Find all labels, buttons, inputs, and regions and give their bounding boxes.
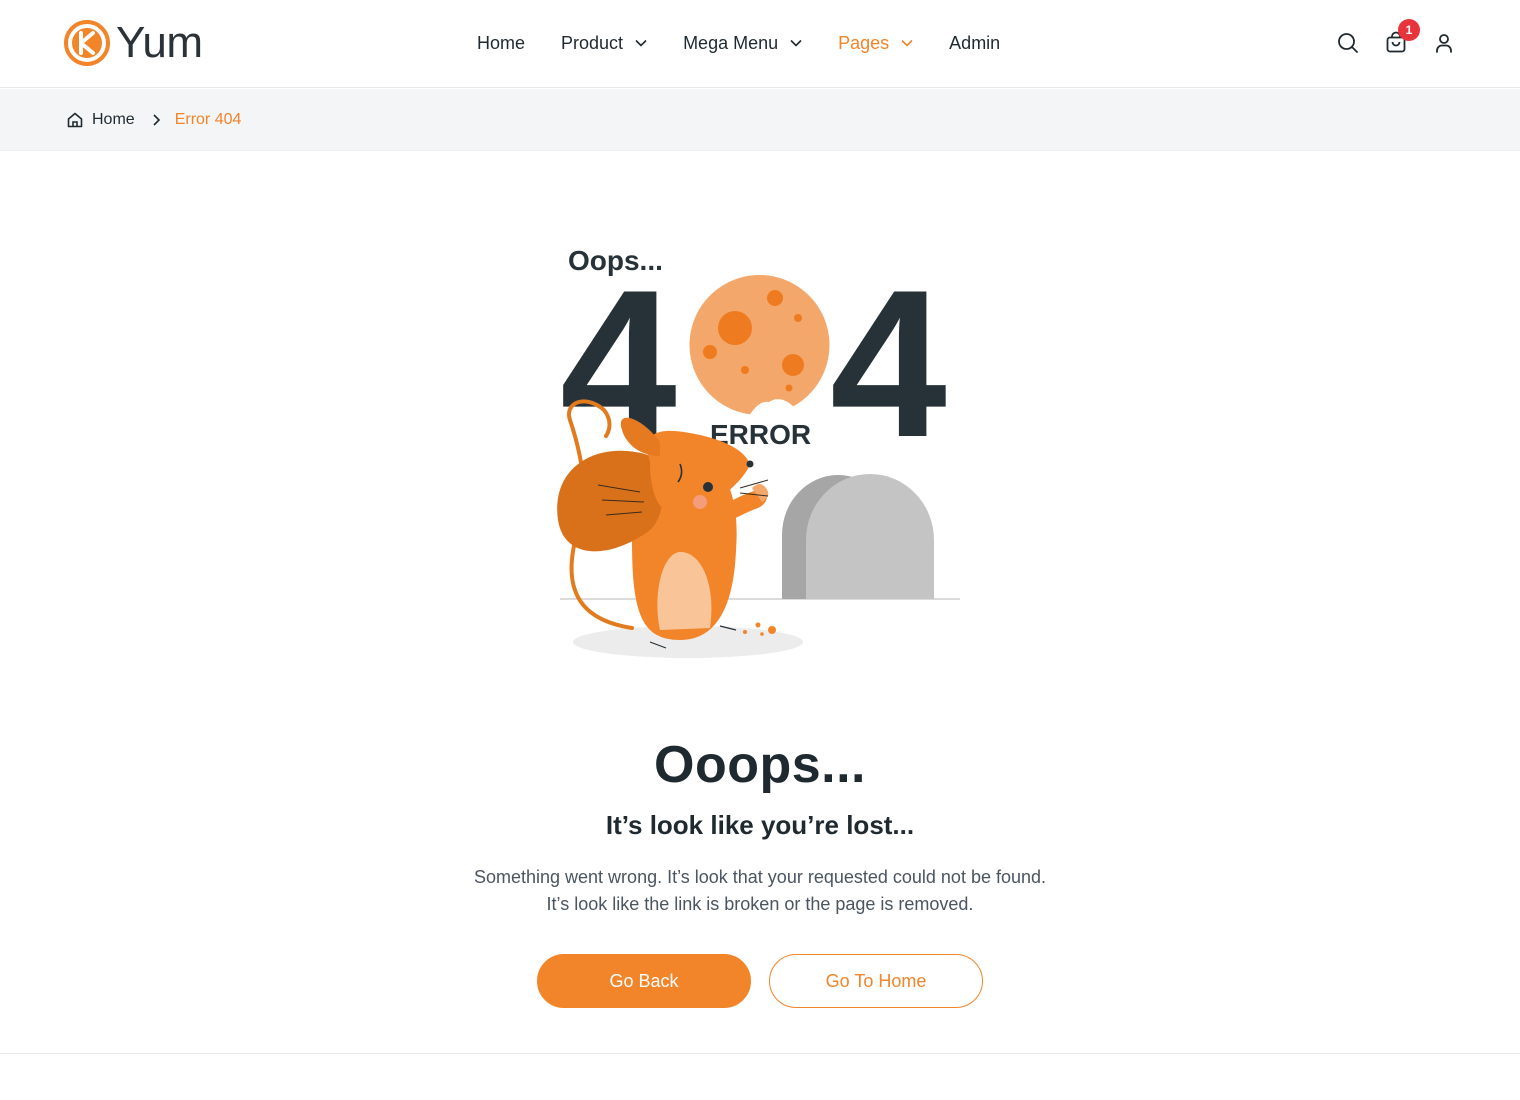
search-button[interactable] <box>1336 31 1360 55</box>
footer-divider <box>0 1053 1520 1054</box>
search-icon <box>1338 33 1358 53</box>
cart-button[interactable]: 1 <box>1384 19 1420 55</box>
home-icon <box>67 112 83 127</box>
cart-count-badge: 1 <box>1398 19 1420 41</box>
brand-logo[interactable]: Yum <box>64 18 203 68</box>
user-icon <box>1436 34 1452 53</box>
site-header: Yum Home Product Mega Menu Pages Admin 1 <box>0 0 1520 88</box>
nav-item-label: Mega Menu <box>683 32 779 53</box>
go-to-home-button[interactable]: Go To Home <box>769 954 983 1008</box>
nav-item-label: Pages <box>838 32 890 53</box>
brand-name: Yum <box>116 18 203 67</box>
mouse-hole <box>782 474 934 599</box>
nav-item-label: Product <box>561 32 624 53</box>
error-404-illustration: 4 4 Oops... ERROR <box>557 245 960 658</box>
chevron-down-icon <box>790 39 802 47</box>
nav-item-admin[interactable]: Admin <box>949 33 1000 54</box>
description-line-1: Something went wrong. It’s look that you… <box>473 867 1047 887</box>
oops-label: Oops... <box>568 245 663 276</box>
code-right-digit: 4 <box>830 246 947 481</box>
breadcrumb-current: Error 404 <box>174 110 242 128</box>
page-subtitle: It’s look like you’re lost... <box>605 810 915 840</box>
error-description: Something went wrong. It’s look that you… <box>0 864 1520 918</box>
nav-item-pages[interactable]: Pages <box>838 33 913 54</box>
account-button[interactable] <box>1432 31 1456 55</box>
nav-item-mega-menu[interactable]: Mega Menu <box>683 33 802 54</box>
nav-item-product[interactable]: Product <box>561 33 647 54</box>
cheese-icon <box>689 275 830 417</box>
breadcrumb-home-label: Home <box>92 110 135 128</box>
header-actions: 1 <box>1312 19 1456 58</box>
main-nav: Home Product Mega Menu Pages Admin <box>477 28 1036 58</box>
go-back-button[interactable]: Go Back <box>537 954 751 1008</box>
chevron-down-icon <box>901 39 913 47</box>
description-line-2: It’s look like the link is broken or the… <box>546 894 974 914</box>
nav-item-label: Admin <box>949 32 1001 53</box>
nav-item-label: Home <box>477 32 526 53</box>
chevron-down-icon <box>635 39 647 47</box>
nav-item-home[interactable]: Home <box>477 33 525 54</box>
action-buttons: Go Back Go To Home <box>537 954 983 1008</box>
breadcrumb-home-link[interactable]: Home <box>66 111 135 129</box>
chevron-right-icon <box>153 113 160 126</box>
page-title: Ooops... <box>654 736 866 794</box>
breadcrumb: Home Error 404 <box>0 89 1520 151</box>
logo-icon <box>64 20 110 66</box>
